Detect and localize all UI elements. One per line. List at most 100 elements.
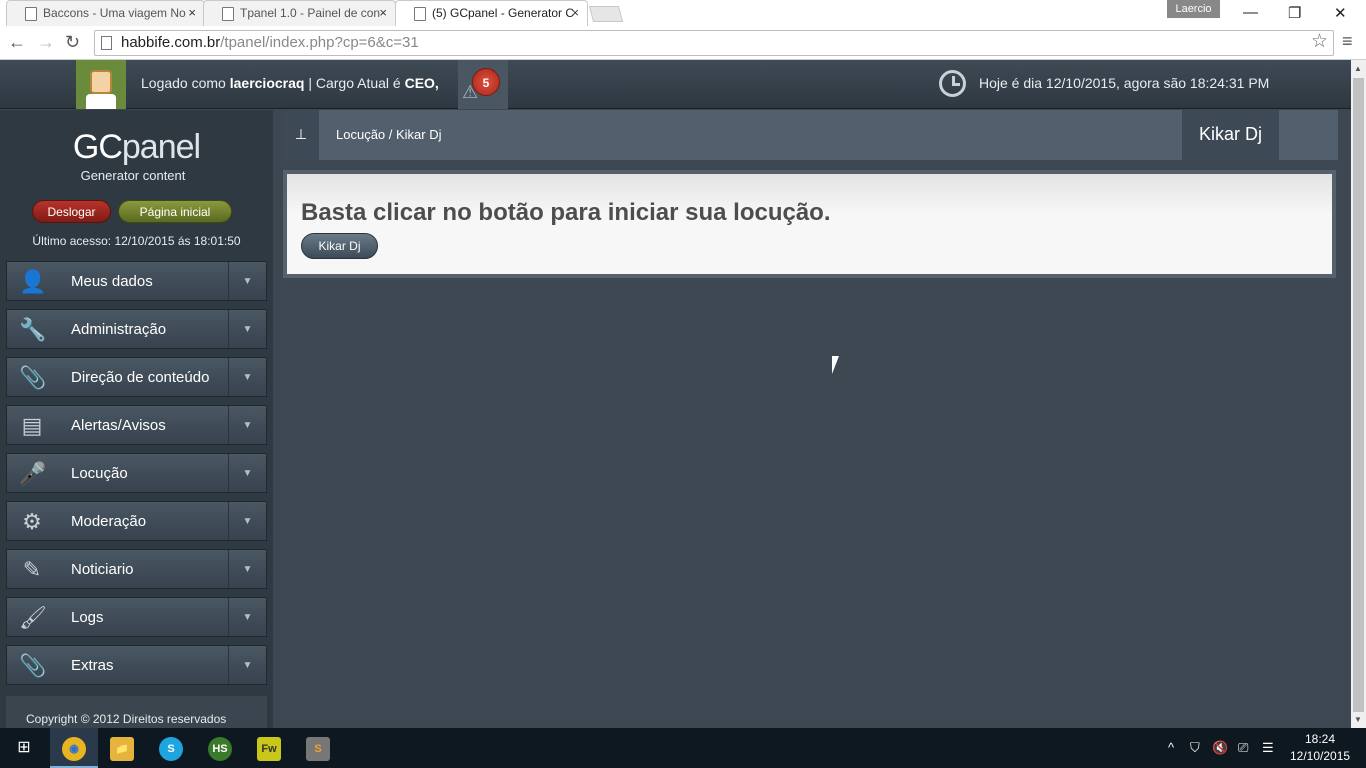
browser-tab-tpanel[interactable]: Tpanel 1.0 - Painel de con × <box>203 0 396 26</box>
copyright: Copyright © 2012 Direitos reservados <box>6 696 267 728</box>
chevron-down-icon[interactable]: ▼ <box>228 550 266 588</box>
explorer-taskbar-icon[interactable]: 📁 <box>98 728 146 768</box>
sidebar-item-noticiario[interactable]: ✎ Noticiario ▼ <box>6 549 267 589</box>
current-datetime: Hoje é dia 12/10/2015, agora são 18:24:3… <box>979 75 1270 91</box>
tab-title: Baccons - Uma viagem No <box>43 6 186 20</box>
page-scrollbar[interactable]: ▲ ▼ <box>1351 60 1366 728</box>
sitemap-icon: ⊥ <box>283 110 319 160</box>
hs-taskbar-icon[interactable]: HS <box>196 728 244 768</box>
sidebar-item-moderacao[interactable]: ⚙ Moderação ▼ <box>6 501 267 541</box>
wrench-icon: 🔧 <box>19 317 47 342</box>
microphone-icon: 🎤 <box>19 461 47 486</box>
taskbar-clock[interactable]: 18:24 12/10/2015 <box>1290 731 1350 765</box>
sidebar-item-meus-dados[interactable]: 👤 Meus dados ▼ <box>6 261 267 301</box>
sidebar-item-label: Noticiario <box>71 561 134 578</box>
kikar-dj-button[interactable]: Kikar Dj <box>301 233 378 259</box>
skype-taskbar-icon[interactable]: S <box>147 728 195 768</box>
close-window-icon[interactable]: ✕ <box>1334 4 1347 22</box>
action-center-icon[interactable]: ☰ <box>1262 740 1274 756</box>
browser-tab-baccons[interactable]: Baccons - Uma viagem No × <box>6 0 205 26</box>
pencil-icon: ✎ <box>22 557 42 582</box>
sidebar: GCpanel Generator content Deslogar Págin… <box>0 110 273 728</box>
gears-icon: ⚙ <box>22 509 42 534</box>
page-title: Kikar Dj <box>1182 110 1279 160</box>
restore-icon[interactable]: ❐ <box>1288 4 1301 22</box>
browser-tab-strip: Baccons - Uma viagem No × Tpanel 1.0 - P… <box>0 0 1366 27</box>
chevron-down-icon[interactable]: ▼ <box>228 454 266 492</box>
chevron-down-icon[interactable]: ▼ <box>228 646 266 684</box>
url-input[interactable]: habbife.com.br/tpanel/index.php?cp=6&c=3… <box>94 30 1334 56</box>
sidebar-item-extras[interactable]: 📎 Extras ▼ <box>6 645 267 685</box>
chevron-down-icon[interactable]: ▼ <box>228 406 266 444</box>
url-domain: habbife.com.br <box>121 34 221 51</box>
chevron-down-icon[interactable]: ▼ <box>228 598 266 636</box>
reload-icon[interactable]: ↻ <box>65 32 80 53</box>
scroll-up-icon[interactable]: ▲ <box>1354 64 1362 73</box>
sidebar-item-label: Administração <box>71 321 167 338</box>
avatar-face <box>90 70 112 94</box>
scrollbar-thumb[interactable] <box>1353 78 1364 712</box>
close-tab-icon[interactable]: × <box>571 5 579 20</box>
notification-count-badge: 5 <box>472 68 500 96</box>
scroll-down-icon[interactable]: ▼ <box>1354 715 1362 724</box>
page-icon <box>25 7 37 21</box>
browser-menu-icon[interactable]: ≡ <box>1342 31 1353 52</box>
content-panel: Basta clicar no botão para iniciar sua l… <box>283 170 1336 278</box>
chrome-taskbar-icon[interactable]: ◉ <box>50 728 98 768</box>
windows-start-icon[interactable]: ⊞ <box>0 728 48 768</box>
breadcrumb-bar: ⊥ Locução / Kikar Dj Kikar Dj <box>283 110 1338 160</box>
volume-muted-icon[interactable]: 🔇 <box>1212 740 1228 756</box>
tray-expand-icon[interactable]: ^ <box>1168 740 1174 755</box>
sidebar-item-label: Logs <box>71 609 104 626</box>
forward-icon[interactable]: → <box>37 32 55 53</box>
role: CEO, <box>404 75 439 91</box>
brush-icon: 🖌 <box>19 605 47 630</box>
sidebar-item-direcao-de-conteudo[interactable]: 📎 Direção de conteúdo ▼ <box>6 357 267 397</box>
avatar-body <box>86 94 116 109</box>
chevron-down-icon[interactable]: ▼ <box>228 502 266 540</box>
taskbar-date: 12/10/2015 <box>1290 749 1351 763</box>
browser-toolbar: ← → ↻ habbife.com.br/tpanel/index.php?cp… <box>0 27 1366 60</box>
logout-button[interactable]: Deslogar <box>32 200 111 223</box>
chevron-down-icon[interactable]: ▼ <box>228 358 266 396</box>
close-tab-icon[interactable]: × <box>188 5 196 20</box>
logo-panel: panel <box>121 128 201 166</box>
sidebar-item-locucao[interactable]: 🎤 Locução ▼ <box>6 453 267 493</box>
close-tab-icon[interactable]: × <box>379 5 387 20</box>
minimize-icon[interactable]: — <box>1243 4 1258 21</box>
sidebar-item-label: Alertas/Avisos <box>71 417 166 434</box>
sidebar-item-label: Moderação <box>71 513 147 530</box>
browser-tab-gcpanel[interactable]: (5) GCpanel - Generator C × <box>395 0 588 26</box>
list-icon: ▤ <box>21 413 43 438</box>
taskbar-time: 18:24 <box>1304 732 1336 746</box>
clock-icon <box>939 70 966 97</box>
paperclip-icon: 📎 <box>19 365 47 390</box>
sidebar-item-logs[interactable]: 🖌 Logs ▼ <box>6 597 267 637</box>
logo-gc: GC <box>72 128 123 166</box>
logged-in-info: Logado como laerciocraq | Cargo Atual é … <box>141 75 439 91</box>
new-tab-button[interactable] <box>588 6 624 22</box>
defender-icon[interactable]: ⛉ <box>1190 740 1200 756</box>
fireworks-taskbar-icon[interactable]: Fw <box>245 728 293 768</box>
paperclip-icon: 📎 <box>19 653 47 678</box>
content-panel-inner: Basta clicar no botão para iniciar sua l… <box>287 174 1332 274</box>
username: laerciocraq <box>229 75 305 91</box>
sidebar-item-label: Locução <box>71 465 128 482</box>
gcpanel-logo: GCpanel <box>0 128 273 167</box>
sublime-taskbar-icon[interactable]: S <box>294 728 342 768</box>
avatar[interactable] <box>76 60 126 109</box>
last-access: Último acesso: 12/10/2015 ás 18:01:50 <box>32 234 241 248</box>
home-button[interactable]: Página inicial <box>118 200 232 223</box>
network-icon[interactable]: ⎚ <box>1238 740 1248 756</box>
profile-user-label[interactable]: Laercio <box>1167 0 1220 18</box>
content-headline: Basta clicar no botão para iniciar sua l… <box>301 199 831 226</box>
bookmark-star-icon[interactable]: ☆ <box>1311 30 1328 53</box>
sidebar-item-alertas-avisos[interactable]: ▤ Alertas/Avisos ▼ <box>6 405 267 445</box>
back-icon[interactable]: ← <box>8 32 26 53</box>
sidebar-item-administracao[interactable]: 🔧 Administração ▼ <box>6 309 267 349</box>
breadcrumb: Locução / Kikar Dj <box>336 127 442 142</box>
user-icon: 👤 <box>19 269 47 294</box>
notifications-button[interactable]: ⚠ 5 <box>458 60 508 109</box>
chevron-down-icon[interactable]: ▼ <box>228 262 266 300</box>
chevron-down-icon[interactable]: ▼ <box>228 310 266 348</box>
